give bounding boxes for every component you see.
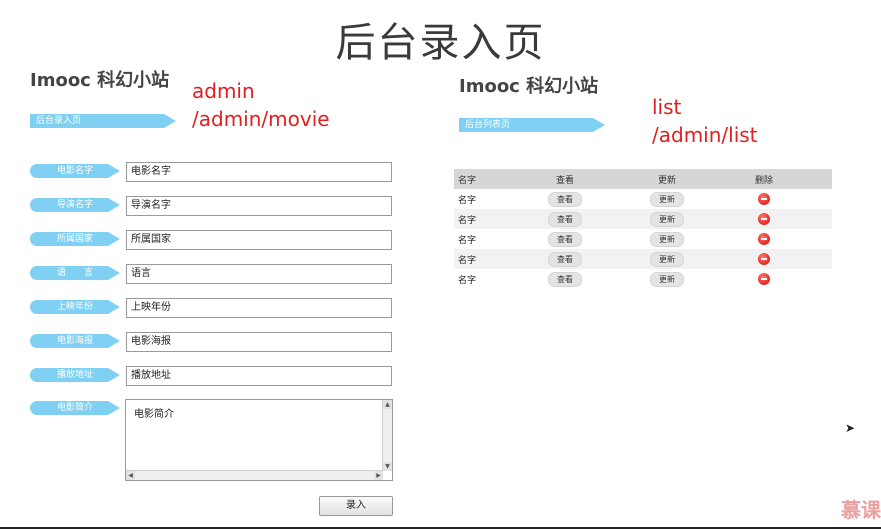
vertical-scrollbar[interactable]: ▲ ▼ xyxy=(382,400,392,471)
imooc-logo: 慕课 xyxy=(841,498,881,522)
left-section-tag: 后台录入页 xyxy=(30,114,176,128)
field-input[interactable]: 导演名字 xyxy=(126,196,392,216)
row-spacer xyxy=(805,229,832,249)
view-button[interactable]: 查看 xyxy=(548,211,582,227)
row-spacer xyxy=(805,249,832,269)
field-label: 语 言 xyxy=(30,266,120,280)
left-annotation-2: /admin/movie xyxy=(192,107,330,131)
header-delete: 删除 xyxy=(723,169,805,189)
delete-icon[interactable] xyxy=(758,193,770,205)
summary-label: 电影简介 xyxy=(30,401,120,415)
left-brand: Imooc 科幻小站 xyxy=(30,70,170,91)
view-button[interactable]: 查看 xyxy=(548,251,582,267)
slide-title: 后台录入页 xyxy=(335,20,546,66)
summary-text: 电影简介 xyxy=(134,409,174,420)
submit-button[interactable]: 录入 xyxy=(319,496,393,516)
update-button[interactable]: 更新 xyxy=(650,191,684,207)
table-body: 名字 查看 更新 名字 查看 更新 名字 查看 更新 名字 查看 更新 名字 查看 更新 xyxy=(454,189,832,289)
update-button[interactable]: 更新 xyxy=(650,271,684,287)
row-spacer xyxy=(805,269,832,289)
row-name: 名字 xyxy=(454,209,519,229)
field-input[interactable]: 电影名字 xyxy=(126,162,392,182)
delete-icon[interactable] xyxy=(758,213,770,225)
scroll-down-icon[interactable]: ▼ xyxy=(383,462,392,471)
field-label: 播放地址 xyxy=(30,368,120,382)
right-section-tag: 后台列表页 xyxy=(459,118,605,132)
header-name: 名字 xyxy=(454,169,519,189)
row-name: 名字 xyxy=(454,269,519,289)
right-annotation-2: /admin/list xyxy=(652,123,758,147)
update-button[interactable]: 更新 xyxy=(650,231,684,247)
field-input[interactable]: 所属国家 xyxy=(126,230,392,250)
header-spacer xyxy=(805,169,832,189)
update-button[interactable]: 更新 xyxy=(650,251,684,267)
mouse-cursor-icon: ➤ xyxy=(845,421,856,435)
field-label: 电影名字 xyxy=(30,164,120,178)
header-update: 更新 xyxy=(611,169,723,189)
scroll-left-icon[interactable]: ◀ xyxy=(126,471,135,480)
row-name: 名字 xyxy=(454,249,519,269)
table-row: 名字 查看 更新 xyxy=(454,189,832,209)
field-label: 上映年份 xyxy=(30,300,120,314)
scroll-right-icon[interactable]: ▶ xyxy=(374,471,383,480)
table-row: 名字 查看 更新 xyxy=(454,209,832,229)
delete-icon[interactable] xyxy=(758,233,770,245)
summary-textarea[interactable]: 电影简介 ▲ ▼ ◀ ▶ xyxy=(125,399,393,481)
left-annotation-1: admin xyxy=(192,79,255,103)
table-header-row: 名字 查看 更新 删除 xyxy=(454,169,832,189)
field-input[interactable]: 上映年份 xyxy=(126,298,392,318)
right-brand: Imooc 科幻小站 xyxy=(459,76,599,97)
row-name: 名字 xyxy=(454,229,519,249)
table-row: 名字 查看 更新 xyxy=(454,269,832,289)
view-button[interactable]: 查看 xyxy=(548,271,582,287)
field-label: 所属国家 xyxy=(30,232,120,246)
row-name: 名字 xyxy=(454,189,519,209)
row-spacer xyxy=(805,189,832,209)
view-button[interactable]: 查看 xyxy=(548,231,582,247)
field-input[interactable]: 语言 xyxy=(126,264,392,284)
scroll-up-icon[interactable]: ▲ xyxy=(383,400,392,409)
update-button[interactable]: 更新 xyxy=(650,211,684,227)
header-view: 查看 xyxy=(519,169,611,189)
delete-icon[interactable] xyxy=(758,253,770,265)
table-row: 名字 查看 更新 xyxy=(454,249,832,269)
delete-icon[interactable] xyxy=(758,273,770,285)
field-input[interactable]: 播放地址 xyxy=(126,366,392,386)
right-annotation-1: list xyxy=(652,95,682,119)
view-button[interactable]: 查看 xyxy=(548,191,582,207)
movie-list-table: 名字 查看 更新 删除 名字 查看 更新 名字 查看 更新 名字 查看 更新 名字 查看 更新 名字 查看… xyxy=(454,169,832,289)
row-spacer xyxy=(805,209,832,229)
horizontal-scrollbar[interactable]: ◀ ▶ xyxy=(126,470,383,480)
field-label: 电影海报 xyxy=(30,334,120,348)
field-label: 导演名字 xyxy=(30,198,120,212)
table-row: 名字 查看 更新 xyxy=(454,229,832,249)
field-input[interactable]: 电影海报 xyxy=(126,332,392,352)
